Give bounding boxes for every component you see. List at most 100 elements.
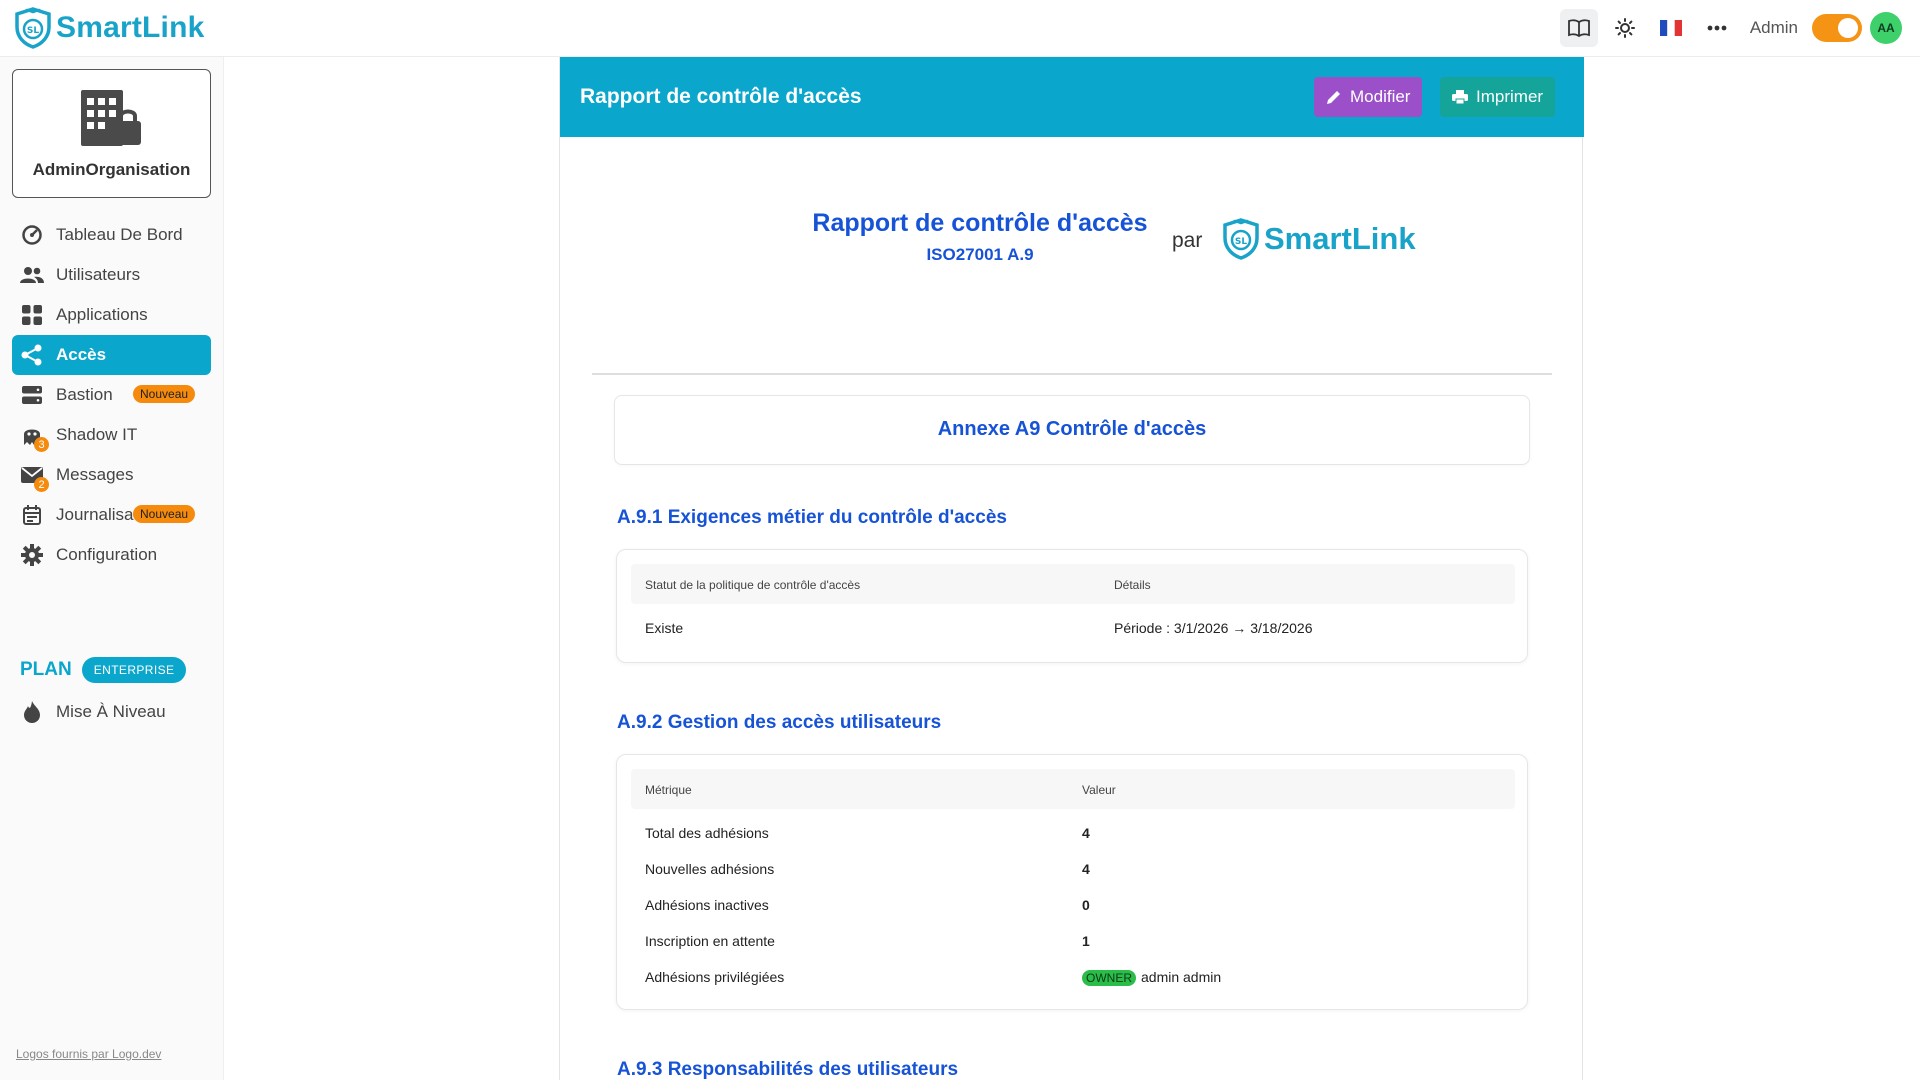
shadow-it-count: 3 bbox=[34, 437, 49, 452]
edit-button[interactable]: Modifier bbox=[1314, 77, 1423, 117]
sidebar-item-label: Accès bbox=[56, 345, 107, 364]
sidebar-item-dashboard[interactable]: Tableau De Bord bbox=[12, 215, 211, 255]
language-button[interactable] bbox=[1652, 9, 1690, 47]
policy-table: Statut de la politique de contrôle d'acc… bbox=[616, 549, 1528, 663]
org-card[interactable]: AdminOrganisation bbox=[12, 69, 211, 198]
sidebar-nav: Tableau De Bord Utilisateurs Application… bbox=[12, 215, 211, 575]
report-title: Rapport de contrôle d'accès bbox=[812, 209, 1148, 237]
sidebar-item-label: Messages bbox=[56, 465, 134, 484]
flame-icon bbox=[20, 700, 44, 724]
report-header-title: Rapport de contrôle d'accès bbox=[580, 85, 862, 108]
upgrade-item[interactable]: Mise À Niveau bbox=[12, 692, 211, 732]
logo-dev-link[interactable]: Logos fournis par Logo.dev bbox=[16, 1047, 161, 1061]
table-header: Métrique Valeur bbox=[631, 769, 1515, 809]
sidebar-item-upgrade[interactable]: Mise À Niveau bbox=[12, 692, 211, 732]
table-cell: Inscription en attente bbox=[645, 933, 775, 949]
report-subtitle: ISO27001 A.9 bbox=[926, 245, 1034, 264]
pencil-icon bbox=[1327, 91, 1340, 104]
brand-logo[interactable]: SL SmartLink bbox=[14, 7, 205, 49]
theme-toggle-button[interactable] bbox=[1606, 9, 1644, 47]
table-header: Statut de la politique de contrôle d'acc… bbox=[631, 564, 1515, 604]
building-lock-icon bbox=[81, 90, 141, 146]
calendar-icon bbox=[20, 503, 44, 527]
sidebar-item-label: Utilisateurs bbox=[56, 265, 141, 284]
table-cell: admin admin bbox=[1141, 969, 1222, 985]
column-header: Statut de la politique de contrôle d'acc… bbox=[645, 578, 861, 592]
sidebar-item-label: Mise À Niveau bbox=[56, 702, 166, 721]
sidebar-item-users[interactable]: Utilisateurs bbox=[12, 255, 211, 295]
sidebar-item-label: Shadow IT bbox=[56, 425, 138, 444]
table-cell: Adhésions inactives bbox=[645, 897, 769, 913]
table-cell: Adhésions privilégiées bbox=[645, 969, 785, 985]
ghost-icon: 3 bbox=[20, 423, 49, 452]
flag-fr-icon bbox=[1659, 20, 1682, 36]
table-cell: Période : 3/1/2026 → 3/18/2026 bbox=[1114, 620, 1313, 636]
messages-count: 2 bbox=[34, 477, 49, 492]
sidebar-item-journalisation[interactable]: Journalisation Nouveau bbox=[12, 495, 211, 535]
annex-title: Annexe A9 Contrôle d'accès bbox=[937, 418, 1207, 440]
svg-text:SL: SL bbox=[27, 26, 39, 36]
sidebar-item-label: Applications bbox=[56, 305, 148, 324]
share-icon bbox=[20, 343, 44, 367]
new-badge: Nouveau bbox=[133, 505, 196, 523]
print-button[interactable]: Imprimer bbox=[1440, 77, 1556, 117]
sidebar-item-acces[interactable]: Accès bbox=[12, 335, 211, 375]
top-right-toolbar: Admin AA bbox=[1559, 9, 1902, 47]
mail-icon: 2 bbox=[20, 463, 49, 492]
admin-label: Admin bbox=[1749, 18, 1798, 37]
sidebar-item-configuration[interactable]: Configuration bbox=[12, 535, 211, 575]
sidebar-item-label: Bastion bbox=[56, 385, 113, 404]
new-badge: Nouveau bbox=[133, 385, 196, 403]
metrics-table: Métrique Valeur Total des adhésions 4 No… bbox=[616, 754, 1528, 1010]
sidebar-item-label: Journalisation bbox=[56, 505, 138, 524]
brand-name: SmartLink bbox=[1264, 221, 1416, 256]
section-title: A.9.2 Gestion des accès utilisateurs bbox=[617, 712, 942, 733]
more-icon bbox=[1707, 25, 1727, 31]
table-cell: 0 bbox=[1082, 897, 1090, 913]
divider bbox=[592, 373, 1552, 375]
sun-icon bbox=[1614, 18, 1635, 38]
plan-badge: ENTERPRISE bbox=[81, 657, 187, 683]
top-bar: SL SmartLink Admin AA bbox=[0, 0, 1920, 57]
owner-badge: OWNER bbox=[1082, 970, 1136, 986]
users-icon bbox=[20, 263, 44, 287]
avatar[interactable]: AA bbox=[1870, 12, 1902, 44]
privileged-cell: OWNER admin admin bbox=[1082, 969, 1221, 986]
table-cell: Existe bbox=[645, 620, 684, 636]
table-cell: Total des adhésions bbox=[645, 825, 769, 841]
sidebar-item-messages[interactable]: 2 Messages bbox=[12, 455, 211, 495]
server-icon bbox=[20, 383, 44, 407]
edit-label: Modifier bbox=[1350, 87, 1411, 106]
more-button[interactable] bbox=[1698, 9, 1736, 47]
column-header: Détails bbox=[1114, 578, 1151, 592]
table-cell: 4 bbox=[1082, 861, 1090, 877]
apps-icon bbox=[20, 303, 44, 327]
by-label: par bbox=[1172, 229, 1203, 252]
report-header: Rapport de contrôle d'accès Modifier Imp… bbox=[560, 57, 1584, 137]
sidebar-item-shadow-it[interactable]: 3 Shadow IT bbox=[12, 415, 211, 455]
table-cell: 1 bbox=[1082, 933, 1090, 949]
docs-button[interactable] bbox=[1559, 9, 1598, 47]
smartlink-logo: SL SmartLink bbox=[1222, 217, 1416, 261]
column-header: Métrique bbox=[645, 783, 692, 797]
sidebar-item-applications[interactable]: Applications bbox=[12, 295, 211, 335]
column-header: Valeur bbox=[1082, 783, 1116, 797]
mode-toggle[interactable] bbox=[1812, 14, 1862, 42]
plan-section: PLAN ENTERPRISE bbox=[20, 657, 187, 683]
table-cell: 4 bbox=[1082, 825, 1090, 841]
shield-logo-icon: SL bbox=[1223, 218, 1259, 260]
org-name: AdminOrganisation bbox=[32, 160, 191, 179]
sidebar-item-label: Configuration bbox=[56, 545, 158, 564]
sidebar-item-bastion[interactable]: Bastion Nouveau bbox=[12, 375, 211, 415]
sidebar: AdminOrganisation Tableau De Bord Utilis… bbox=[0, 57, 224, 1080]
report-panel: Rapport de contrôle d'accès Modifier Imp… bbox=[559, 57, 1584, 1080]
shield-logo-icon: SL bbox=[15, 7, 51, 49]
printer-icon bbox=[1452, 90, 1468, 105]
print-label: Imprimer bbox=[1476, 87, 1544, 106]
book-icon bbox=[1567, 19, 1590, 38]
plan-label: PLAN bbox=[20, 659, 72, 680]
brand-name: SmartLink bbox=[56, 11, 205, 44]
table-cell: Nouvelles adhésions bbox=[645, 861, 775, 877]
section-title: A.9.1 Exigences métier du contrôle d'acc… bbox=[617, 507, 1007, 528]
svg-text:SL: SL bbox=[1235, 237, 1247, 247]
